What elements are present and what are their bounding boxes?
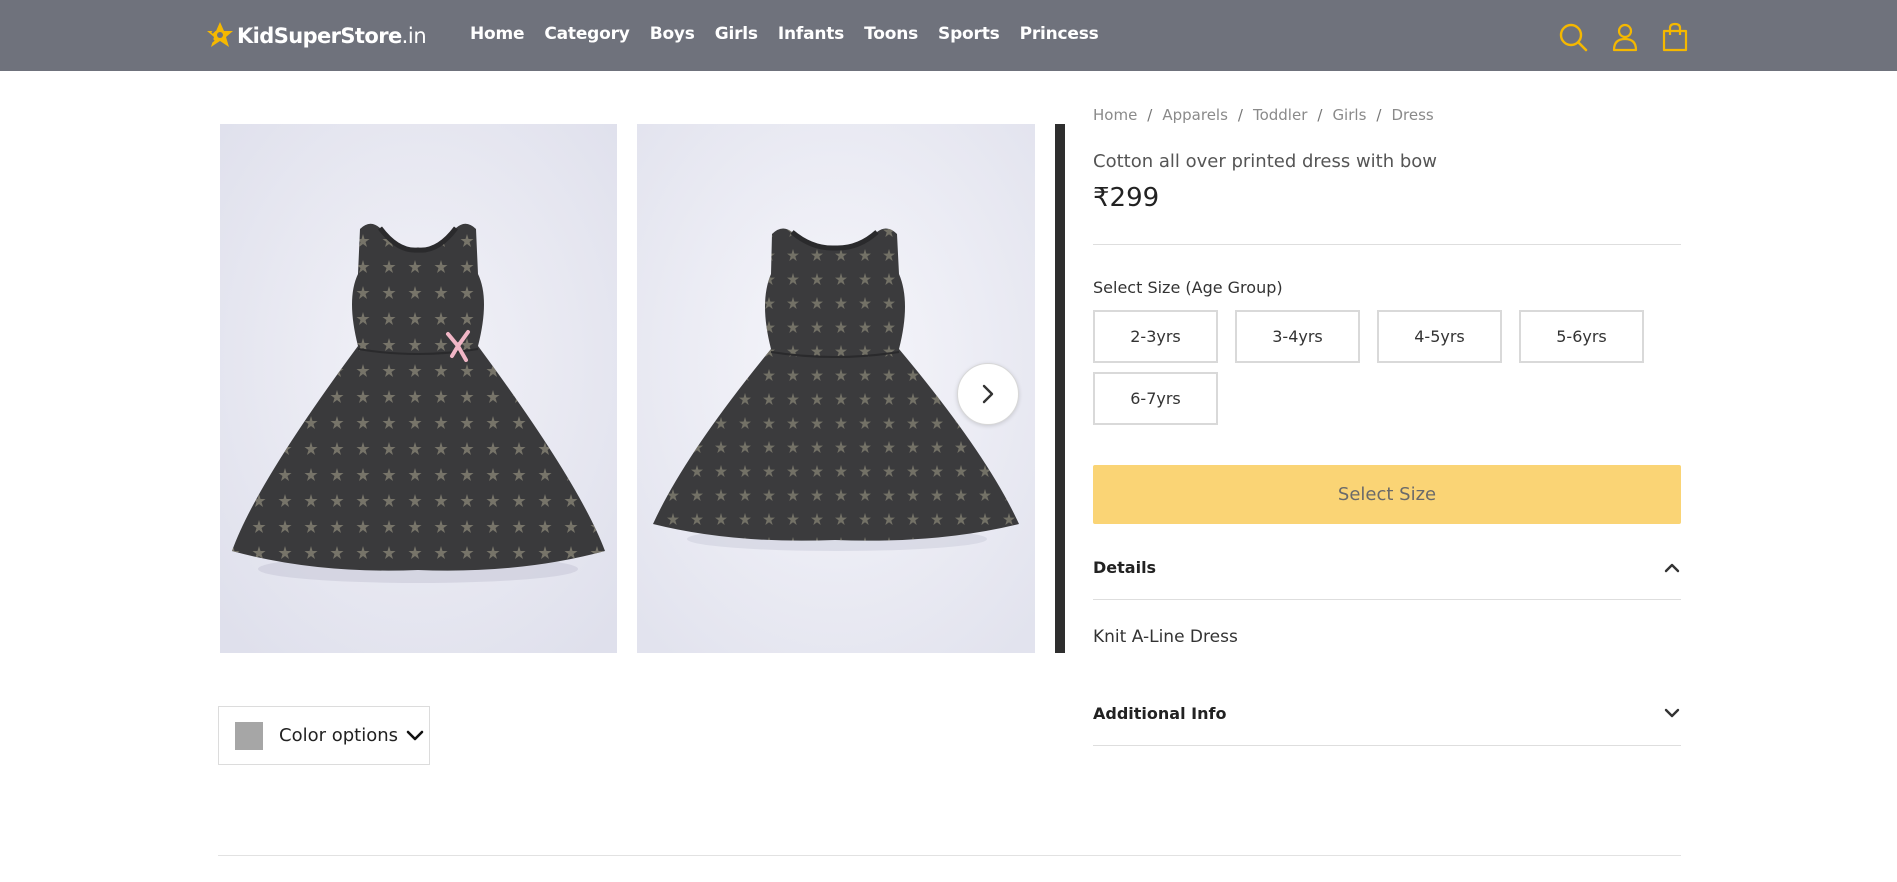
breadcrumb-girls[interactable]: Girls — [1332, 106, 1366, 124]
logo-tld: .in — [401, 24, 427, 48]
size-selector-label: Select Size (Age Group) — [1093, 278, 1283, 297]
dress-detail-image[interactable] — [1055, 124, 1065, 653]
details-accordion-header[interactable]: Details — [1093, 552, 1681, 582]
user-icon[interactable] — [1610, 22, 1640, 52]
nav-boys[interactable]: Boys — [650, 24, 695, 44]
additional-info-accordion-header[interactable]: Additional Info — [1093, 698, 1681, 728]
chevron-down-icon — [406, 730, 424, 740]
color-options-dropdown[interactable]: Color options — [218, 706, 430, 765]
size-option-4-5yrs[interactable]: 4-5yrs — [1377, 310, 1502, 363]
chevron-up-icon — [1664, 563, 1680, 573]
chevron-down-icon — [1664, 708, 1680, 718]
main-nav: Home Category Boys Girls Infants Toons S… — [470, 24, 1119, 44]
nav-girls[interactable]: Girls — [715, 24, 758, 44]
breadcrumb-dress[interactable]: Dress — [1391, 106, 1433, 124]
size-option-2-3yrs[interactable]: 2-3yrs — [1093, 310, 1218, 363]
details-body: Knit A-Line Dress — [1093, 627, 1238, 647]
size-option-3-4yrs[interactable]: 3-4yrs — [1235, 310, 1360, 363]
color-swatch — [235, 721, 263, 750]
nav-infants[interactable]: Infants — [778, 24, 844, 44]
site-header: KidSuperStore .in Home Category Boys Girl… — [0, 0, 1897, 71]
gallery-next-button[interactable] — [957, 363, 1019, 425]
breadcrumb-separator: / — [1237, 106, 1243, 124]
breadcrumb-home[interactable]: Home — [1093, 106, 1137, 124]
breadcrumb: Home / Apparels / Toddler / Girls / Dres… — [1093, 106, 1434, 124]
star-logo-icon — [207, 22, 233, 47]
divider — [1093, 244, 1681, 245]
nav-princess[interactable]: Princess — [1020, 24, 1099, 44]
size-option-6-7yrs[interactable]: 6-7yrs — [1093, 372, 1218, 425]
footer-divider — [218, 855, 1681, 856]
divider — [1093, 745, 1681, 746]
bag-icon[interactable] — [1660, 22, 1690, 52]
breadcrumb-apparels[interactable]: Apparels — [1162, 106, 1228, 124]
breadcrumb-toddler[interactable]: Toddler — [1253, 106, 1307, 124]
logo-name: KidSuperStore — [237, 24, 402, 48]
product-title: Cotton all over printed dress with bow — [1093, 151, 1438, 172]
nav-toons[interactable]: Toons — [864, 24, 918, 44]
nav-sports[interactable]: Sports — [938, 24, 1000, 44]
site-logo[interactable]: KidSuperStore .in — [205, 19, 427, 53]
breadcrumb-separator: / — [1317, 106, 1323, 124]
breadcrumb-separator: / — [1376, 106, 1382, 124]
select-size-button[interactable]: Select Size — [1093, 465, 1681, 524]
nav-home[interactable]: Home — [470, 24, 525, 44]
chevron-right-icon — [982, 384, 994, 404]
divider — [1093, 599, 1681, 600]
details-title: Details — [1093, 557, 1157, 577]
product-price: ₹299 — [1093, 183, 1160, 213]
search-icon[interactable] — [1558, 22, 1588, 52]
breadcrumb-separator: / — [1147, 106, 1153, 124]
size-option-5-6yrs[interactable]: 5-6yrs — [1519, 310, 1644, 363]
color-options-label: Color options — [279, 725, 399, 746]
nav-category[interactable]: Category — [544, 24, 630, 44]
additional-info-title: Additional Info — [1093, 703, 1227, 723]
dress-front-image[interactable] — [220, 124, 617, 653]
